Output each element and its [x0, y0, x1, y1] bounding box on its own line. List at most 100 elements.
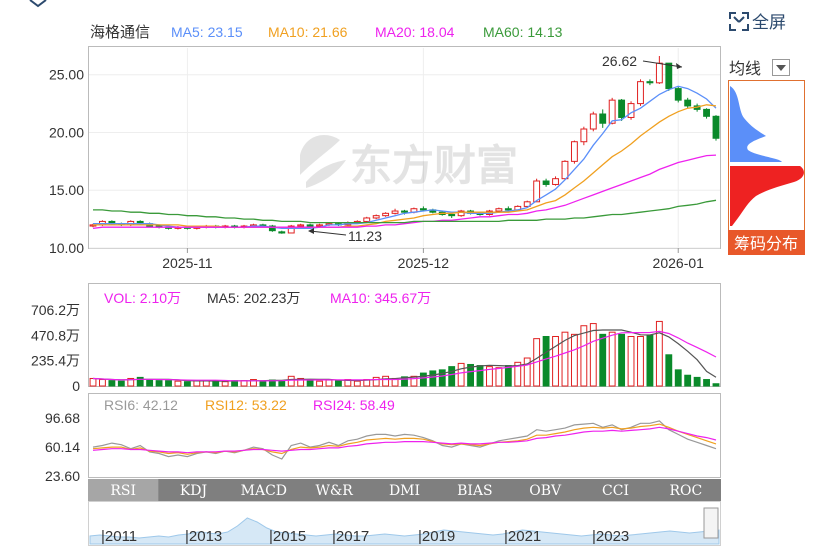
candle [712, 115, 720, 141]
tab-dmi[interactable]: DMI [389, 483, 420, 499]
fullscreen-label: 全屏 [752, 13, 786, 32]
volume-bar [316, 380, 323, 387]
candle-body [589, 113, 597, 130]
legend-rsi12: RSI12: 53.22 [205, 397, 287, 413]
candle-body [627, 103, 635, 118]
legend-ma5: MA5: 23.15 [171, 24, 243, 40]
candle [533, 178, 541, 203]
rsi-panel-frame [88, 393, 721, 478]
candle-body [665, 62, 673, 90]
rsi-y-axis: 96.68 60.14 23.60 [45, 410, 80, 484]
volume-bar [99, 379, 106, 387]
candle-body [495, 208, 503, 212]
candle-body [561, 160, 569, 180]
junxian-dropdown[interactable] [772, 59, 790, 76]
timeline-handle[interactable] [703, 507, 719, 539]
main-x-tick-label: 2026-01 [653, 255, 705, 271]
volume-bar [599, 333, 607, 387]
main-y-axis: 25.00 20.00 15.00 10.00 [49, 67, 84, 256]
candle-body [618, 99, 626, 118]
volume-bar [146, 379, 154, 387]
tab-wr[interactable]: W&R [315, 483, 353, 499]
tab-macd[interactable]: MACD [241, 483, 287, 499]
volume-bar [183, 381, 191, 387]
candle-body [703, 108, 710, 117]
volume-bar [457, 362, 465, 387]
tab-rsi[interactable]: RSI [88, 479, 159, 501]
candle-body [552, 178, 559, 185]
volume-bar [570, 333, 578, 387]
candle-body [401, 210, 408, 213]
tab-label: W&R [315, 483, 353, 499]
volume-bar [372, 376, 380, 387]
legend-ma10: MA10: 21.66 [268, 24, 348, 40]
volume-bar [627, 335, 635, 387]
rsi-y-tick-label: 96.68 [45, 410, 80, 426]
candle-body [646, 81, 654, 84]
tab-obv[interactable]: OBV [529, 483, 562, 499]
legend-vol-ma10: MA10: 345.67万 [330, 290, 431, 306]
fullscreen-button[interactable]: 全屏 [729, 12, 786, 32]
volume-bar [637, 335, 644, 387]
volume-y-axis: 706.2万 470.8万 235.4万 0 [31, 302, 80, 394]
candle-body [542, 180, 550, 185]
timeline-label: |2021 [504, 528, 541, 545]
candle-body [306, 224, 314, 227]
high-annotation-text: 26.62 [602, 53, 637, 69]
candle-body [363, 217, 371, 222]
volume-bar [117, 380, 125, 387]
main-x-tick-label: 2025-11 [162, 255, 213, 271]
volume-bar [287, 375, 295, 387]
fullscreen-icon [729, 12, 749, 31]
volume-bar [665, 354, 673, 387]
legend-rsi6: RSI6: 42.12 [104, 397, 178, 413]
volume-bar [712, 383, 720, 387]
low-annotation-text: 11.23 [348, 228, 382, 244]
volume-bar [334, 380, 342, 387]
candle [674, 86, 682, 103]
candle-body [712, 115, 720, 139]
tab-label: CCI [602, 483, 629, 499]
volume-bar [552, 335, 559, 387]
main-y-tick-label: 10.00 [49, 240, 84, 256]
volume-bar [165, 380, 172, 387]
volume-bar [589, 323, 597, 387]
candle [457, 209, 465, 217]
legend-vol-ma5: MA5: 202.23万 [207, 290, 300, 306]
chip-distribution-button[interactable]: 筹码分布 [728, 230, 805, 255]
junxian-label: 均线 [729, 60, 761, 78]
main-x-tick-label: 2025-12 [398, 255, 450, 271]
volume-bar [306, 380, 314, 387]
main-x-axis: 2025-11 2025-12 2026-01 [162, 248, 704, 271]
timeline-label: |2011 [101, 528, 137, 545]
volume-bar [221, 381, 229, 387]
stock-chart-canvas: 海格通信 MA5: 23.15 MA10: 21.66 MA20: 18.04 … [29, 0, 805, 546]
stock-name: 海格通信 [90, 24, 150, 41]
watermark-text: 东方财富 [350, 142, 518, 189]
main-y-tick-label: 15.00 [49, 182, 84, 198]
tab-roc[interactable]: ROC [669, 483, 702, 499]
timeline-label: |2017 [332, 528, 369, 545]
volume-bar [608, 331, 616, 387]
volume-bar [108, 380, 116, 387]
top-corner-mark [29, 0, 47, 8]
volume-bar [646, 334, 654, 387]
candle-body [448, 214, 456, 217]
timeline-label: |2013 [185, 528, 222, 545]
indicator-tabs: RSI KDJ MACD W&R DMI BIAS OBV CCI ROC [88, 479, 702, 501]
volume-bar [674, 369, 682, 387]
candle-body [599, 113, 607, 124]
volume-bar [419, 372, 427, 387]
candle-body [316, 224, 323, 227]
tab-bias[interactable]: BIAS [457, 483, 493, 499]
volume-y-tick-label: 0 [72, 378, 80, 394]
candle [372, 214, 380, 220]
volume-bar [495, 367, 503, 387]
candle-body [391, 210, 399, 214]
candle-body [504, 208, 512, 211]
volume-bar [155, 380, 163, 387]
volume-y-tick-label: 470.8万 [31, 327, 80, 343]
tab-kdj[interactable]: KDJ [180, 483, 207, 499]
tab-cci[interactable]: CCI [602, 483, 629, 499]
rsi-y-tick-label: 60.14 [45, 439, 80, 455]
